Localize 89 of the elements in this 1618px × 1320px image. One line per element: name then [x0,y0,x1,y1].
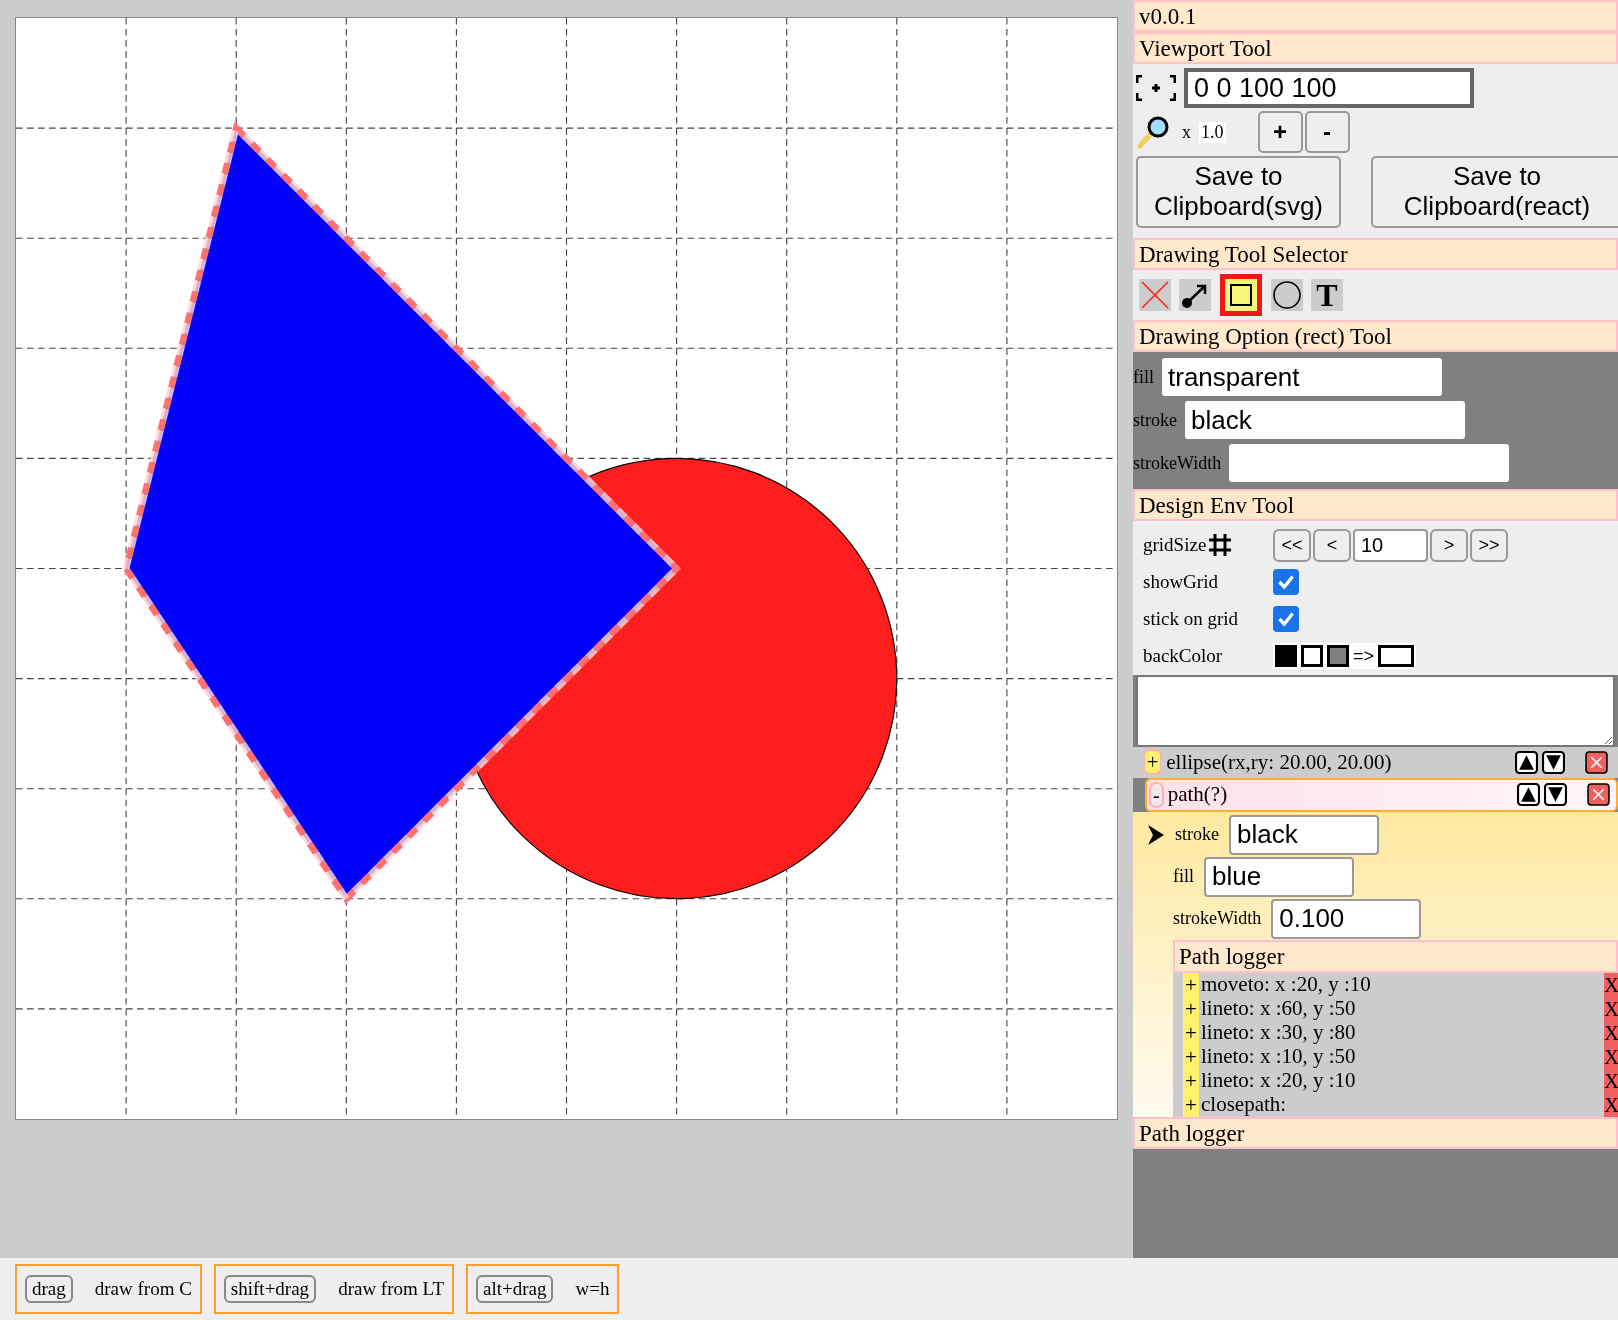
property-field[interactable]: black [1229,814,1379,855]
color-swatch[interactable] [1327,645,1349,668]
property-label: fill [1173,866,1194,888]
magnifier-icon [1136,115,1170,149]
delete-button[interactable]: X [1604,1092,1618,1117]
toggle-button[interactable]: + [1143,749,1163,776]
save-button[interactable]: Save to Clipboard(svg) [1136,156,1341,228]
field-label: strokeWidth [1133,452,1222,474]
delete-button[interactable]: X [1604,1020,1618,1045]
property-label: stroke [1175,824,1219,846]
tool-button[interactable] [1179,278,1211,311]
property-label: strokeWidth [1173,908,1262,930]
field-label: stroke [1133,409,1177,431]
section-title: Design Env Tool [1133,488,1618,521]
step-button[interactable]: >> [1470,528,1508,562]
cross-icon [1140,279,1170,310]
step-button[interactable]: < [1313,528,1351,562]
grid-size-field[interactable]: 10 [1353,528,1428,562]
grid-icon [1208,533,1233,558]
version-label: v0.0.1 [1133,0,1618,32]
setting-label: stick on grid [1143,608,1239,631]
delete-button[interactable]: X [1604,972,1618,997]
move-up-icon[interactable] [1515,750,1538,774]
zoom-value: 1.0 [1199,121,1226,143]
insert-button[interactable]: + [1183,972,1199,997]
section-title: Drawing Option (rect) Tool [1133,319,1618,352]
move-up-icon[interactable] [1517,783,1540,807]
element-label: path(?) [1167,782,1229,808]
hint-text: draw from LT [338,1278,444,1300]
path-command: moveto: x :20, y :10 [1200,972,1372,998]
zoom-button[interactable]: - [1304,111,1350,153]
property-field[interactable]: blue [1204,856,1354,897]
drawing-canvas[interactable] [15,17,1118,1120]
tool-button[interactable]: T [1311,278,1343,311]
key-hint: shift+drag [223,1275,317,1303]
property-field[interactable]: 0.100 [1271,898,1422,939]
color-swatch[interactable] [1275,645,1297,668]
section-title: Path logger [1173,939,1618,973]
fit-view-icon[interactable] [1136,75,1176,101]
close-icon[interactable] [1585,750,1608,774]
step-button[interactable]: > [1430,528,1468,562]
arrow-label: => [1353,645,1375,667]
option-field[interactable]: transparent [1162,358,1442,397]
delete-button[interactable]: X [1604,1044,1618,1069]
text-area[interactable] [1136,674,1615,747]
path-command: closepath: [1200,1092,1288,1118]
zoom-prefix: x [1182,121,1191,143]
color-swatch[interactable] [1378,645,1415,668]
element-row[interactable]: + ellipse(rx,ry: 20.00, 20.00) [1133,746,1618,778]
path-command: lineto: x :60, y :50 [1200,996,1357,1022]
section-title: Drawing Tool Selector [1133,237,1618,270]
move-down-icon[interactable] [1544,783,1567,807]
viewbox-field[interactable]: 0 0 100 100 [1184,68,1474,108]
insert-button[interactable]: + [1183,1020,1199,1045]
tool-button[interactable] [1271,278,1303,311]
save-button[interactable]: Save to Clipboard(react) [1371,156,1618,228]
setting-label: backColor [1143,645,1224,668]
setting-label: showGrid [1143,571,1219,594]
section-title: Path logger [1133,1116,1618,1149]
step-button[interactable]: << [1273,528,1311,562]
chevron-icon [1147,823,1165,846]
field-label: fill [1133,366,1154,388]
insert-button[interactable]: + [1183,1044,1199,1069]
hint-text: draw from C [94,1278,192,1300]
insert-button[interactable]: + [1183,1068,1199,1093]
key-hint: alt+drag [476,1275,554,1303]
section-title: Viewport Tool [1133,32,1618,64]
insert-button[interactable]: + [1183,996,1199,1021]
color-swatch[interactable] [1301,645,1323,668]
insert-button[interactable]: + [1183,1092,1199,1117]
toggle-button[interactable]: - [1149,781,1164,808]
hint-text: w=h [575,1278,610,1300]
path-command: lineto: x :30, y :80 [1200,1020,1357,1046]
path-command: lineto: x :20, y :10 [1200,1068,1357,1094]
delete-button[interactable]: X [1604,1068,1618,1093]
checkbox[interactable] [1273,569,1299,596]
zoom-button[interactable]: + [1257,111,1303,153]
setting-label: gridSize [1143,534,1207,557]
delete-button[interactable]: X [1604,996,1618,1021]
element-label: ellipse(rx,ry: 20.00, 20.00) [1166,749,1393,775]
option-field[interactable] [1229,444,1510,483]
circle-icon [1272,279,1302,310]
key-hint: drag [25,1275,73,1303]
option-field[interactable]: black [1185,401,1465,440]
checkbox[interactable] [1273,606,1299,633]
move-down-icon[interactable] [1542,750,1565,774]
close-icon[interactable] [1587,783,1610,807]
path-command: lineto: x :10, y :50 [1200,1044,1357,1070]
element-row[interactable]: - path(?) [1145,777,1618,812]
